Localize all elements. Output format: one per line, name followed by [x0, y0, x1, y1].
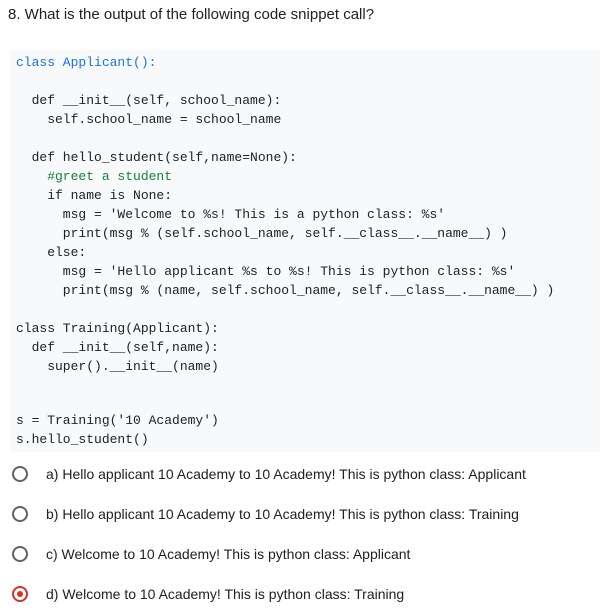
- code-line: s.hello_student(): [16, 432, 149, 447]
- radio-button-icon[interactable]: [12, 466, 28, 482]
- code-line-comment: #greet a student: [16, 169, 173, 184]
- code-line: print(msg % (name, self.school_name, sel…: [16, 283, 555, 298]
- radio-button-icon[interactable]: [12, 546, 28, 562]
- code-line: msg = 'Hello applicant %s to %s! This is…: [16, 264, 516, 279]
- code-line: msg = 'Welcome to %s! This is a python c…: [16, 207, 446, 222]
- code-line: def __init__(self,name):: [16, 340, 219, 355]
- answer-option-label: b) Hello applicant 10 Academy to 10 Acad…: [46, 506, 519, 522]
- code-line-text: class Applicant():: [16, 55, 157, 70]
- code-line: s = Training('10 Academy'): [16, 413, 219, 428]
- code-line: if name is None:: [16, 188, 173, 203]
- answer-option-label: d) Welcome to 10 Academy! This is python…: [46, 586, 405, 602]
- code-line: print(msg % (self.school_name, self.__cl…: [16, 226, 508, 241]
- answer-option-b[interactable]: b) Hello applicant 10 Academy to 10 Acad…: [12, 502, 519, 526]
- answer-option-label: c) Welcome to 10 Academy! This is python…: [46, 546, 411, 562]
- radio-button-selected-icon[interactable]: [12, 586, 28, 602]
- question-text: 8. What is the output of the following c…: [8, 6, 375, 23]
- answer-option-label: a) Hello applicant 10 Academy to 10 Acad…: [46, 466, 526, 482]
- radio-button-icon[interactable]: [12, 506, 28, 522]
- answer-option-d[interactable]: d) Welcome to 10 Academy! This is python…: [12, 582, 404, 606]
- code-snippet: class Applicant(): def __init__(self, sc…: [10, 50, 600, 452]
- code-line: def __init__(self, school_name):: [16, 93, 282, 108]
- code-line: else:: [16, 245, 87, 260]
- code-line: self.school_name = school_name: [16, 112, 282, 127]
- answer-option-a[interactable]: a) Hello applicant 10 Academy to 10 Acad…: [12, 462, 526, 486]
- code-line: class Applicant():: [16, 53, 156, 72]
- code-line: class Training(Applicant):: [16, 321, 219, 336]
- code-line: def hello_student(self,name=None):: [16, 150, 297, 165]
- code-line: super().__init__(name): [16, 359, 219, 374]
- answer-option-c[interactable]: c) Welcome to 10 Academy! This is python…: [12, 542, 410, 566]
